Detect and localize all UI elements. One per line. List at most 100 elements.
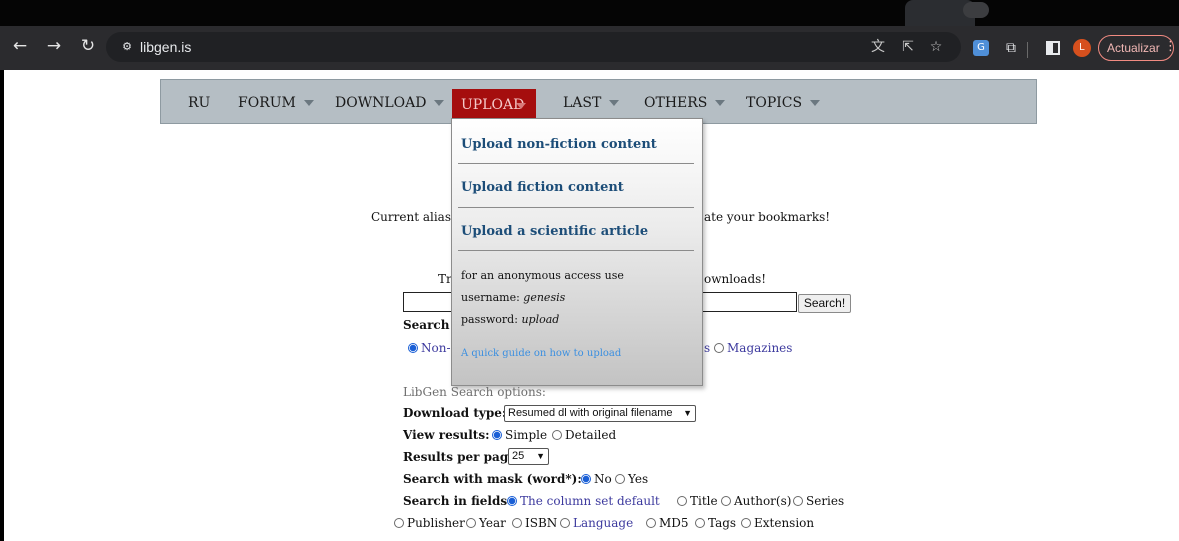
field-language-label: Language: [573, 516, 634, 530]
address-bar[interactable]: ⚙ libgen.is 文 ⇱ ☆: [106, 32, 961, 62]
upload-nonfiction-link[interactable]: Upload non-fiction content: [461, 137, 657, 152]
site-info-icon[interactable]: ⚙: [118, 38, 136, 56]
mask-label: Search with mask (word*):: [403, 472, 582, 486]
field-language-radio[interactable]: Language: [560, 516, 633, 530]
mask-yes-label: Yes: [628, 472, 649, 486]
field-year-label: Year: [479, 516, 506, 530]
field-year-radio[interactable]: Year: [466, 516, 506, 530]
fields-label: Search in fields: [403, 494, 508, 508]
password-value: upload: [521, 313, 560, 326]
forward-icon[interactable]: →: [42, 34, 66, 58]
radio-selected-icon: [408, 343, 418, 353]
view-results-label: View results:: [403, 428, 490, 442]
upload-guide-link[interactable]: A quick guide on how to upload: [461, 348, 621, 359]
radio-icon: [560, 518, 570, 528]
menu-forum-label: FORUM: [238, 95, 296, 111]
mask-no-radio[interactable]: No: [581, 472, 612, 486]
per-page-label: Results per page: [403, 450, 516, 464]
profile-avatar[interactable]: L: [1073, 39, 1091, 57]
url-text[interactable]: libgen.is: [140, 38, 191, 56]
radio-icon: [793, 496, 803, 506]
tab-strip: [0, 0, 1179, 26]
field-title-radio[interactable]: Title: [677, 494, 718, 508]
search-button[interactable]: Search!: [798, 294, 851, 313]
menu-download-label: DOWNLOAD: [335, 95, 427, 111]
username-value: genesis: [523, 291, 566, 304]
field-publisher-radio[interactable]: Publisher: [394, 516, 465, 530]
radio-icon: [394, 518, 404, 528]
field-series-radio[interactable]: Series: [793, 494, 844, 508]
radio-icon: [552, 430, 562, 440]
view-simple-radio[interactable]: Simple: [492, 428, 547, 442]
field-tags-label: Tags: [708, 516, 737, 530]
password-line: password: upload: [461, 313, 559, 326]
tab-search-button[interactable]: [963, 2, 989, 18]
radio-selected-icon: [492, 430, 502, 440]
menu-others[interactable]: OTHERS: [644, 92, 726, 114]
menu-upload-active[interactable]: UPLOAD: [452, 89, 536, 121]
dropdown-divider: [458, 163, 694, 164]
upload-fiction-link[interactable]: Upload fiction content: [461, 180, 624, 195]
chevron-down-icon: [810, 100, 821, 106]
field-publisher-label: Publisher: [407, 516, 465, 530]
field-extension-radio[interactable]: Extension: [741, 516, 814, 530]
back-icon[interactable]: ←: [8, 34, 32, 58]
browser-chrome: ← → ↻ ⚙ libgen.is 文 ⇱ ☆ G ⧉ L Actualizar…: [0, 0, 1179, 70]
share-icon[interactable]: ⇱: [898, 38, 918, 56]
menu-download[interactable]: DOWNLOAD: [335, 92, 445, 114]
radio-selected-icon: [581, 474, 591, 484]
category-nonfiction-radio[interactable]: Non-: [408, 341, 451, 355]
view-detailed-label: Detailed: [565, 428, 617, 442]
options-heading: LibGen Search options:: [403, 385, 546, 399]
extension-translate-icon[interactable]: G: [973, 40, 989, 56]
upload-article-link[interactable]: Upload a scientific article: [461, 224, 648, 239]
password-label: password:: [461, 313, 518, 326]
radio-selected-icon: [507, 496, 517, 506]
bookmark-star-icon[interactable]: ☆: [926, 38, 946, 56]
menu-ru-label: RU: [188, 95, 211, 111]
field-md5-label: MD5: [659, 516, 689, 530]
anonymous-access-note: for an anonymous access use: [461, 269, 624, 282]
mask-yes-radio[interactable]: Yes: [615, 472, 648, 486]
chevron-down-icon: [715, 100, 726, 106]
field-author-label: Author(s): [734, 494, 792, 508]
field-author-radio[interactable]: Author(s): [721, 494, 791, 508]
menu-ru[interactable]: RU: [188, 92, 210, 114]
menu-upload-label: UPLOAD: [461, 97, 525, 113]
update-button[interactable]: Actualizar: [1098, 35, 1174, 61]
alias-notice-left: Current alias: [371, 210, 451, 224]
browser-menu-icon[interactable]: ⋮: [1164, 35, 1177, 59]
toolbar-divider: [1027, 42, 1028, 58]
field-isbn-radio[interactable]: ISBN: [512, 516, 557, 530]
category-magazines-radio[interactable]: s Magazines: [704, 341, 792, 355]
chevron-down-icon: [516, 103, 526, 109]
radio-icon: [741, 518, 751, 528]
field-default-label: The column set default: [520, 494, 660, 508]
chevron-down-icon: [303, 100, 314, 106]
field-md5-radio[interactable]: MD5: [646, 516, 689, 530]
field-tags-radio[interactable]: Tags: [695, 516, 736, 530]
menu-topics-label: TOPICS: [746, 95, 803, 111]
alias-notice-right: ate your bookmarks!: [704, 210, 831, 224]
category-nonfiction-label: Non-: [421, 341, 451, 355]
menu-forum[interactable]: FORUM: [238, 92, 314, 114]
radio-icon: [721, 496, 731, 506]
upload-dropdown-menu: Upload non-fiction content Upload fictio…: [451, 118, 703, 386]
field-default-radio[interactable]: The column set default: [507, 494, 660, 508]
menu-last[interactable]: LAST: [563, 92, 620, 114]
per-page-select[interactable]: 25 ▼: [508, 448, 549, 465]
field-extension-label: Extension: [754, 516, 815, 530]
download-type-select[interactable]: Resumed dl with original filename ▼: [504, 405, 696, 422]
view-detailed-radio[interactable]: Detailed: [552, 428, 616, 442]
chevron-down-icon: [609, 100, 620, 106]
extensions-puzzle-icon[interactable]: ⧉: [1001, 38, 1021, 58]
menu-topics[interactable]: TOPICS: [746, 92, 821, 114]
mask-no-label: No: [594, 472, 612, 486]
side-panel-icon[interactable]: [1046, 41, 1060, 55]
radio-icon: [714, 343, 724, 353]
reload-icon[interactable]: ↻: [76, 34, 100, 58]
field-series-label: Series: [806, 494, 845, 508]
translate-icon[interactable]: 文: [868, 38, 888, 56]
dropdown-divider: [458, 207, 694, 208]
tip-text-left: Tr: [438, 272, 452, 286]
